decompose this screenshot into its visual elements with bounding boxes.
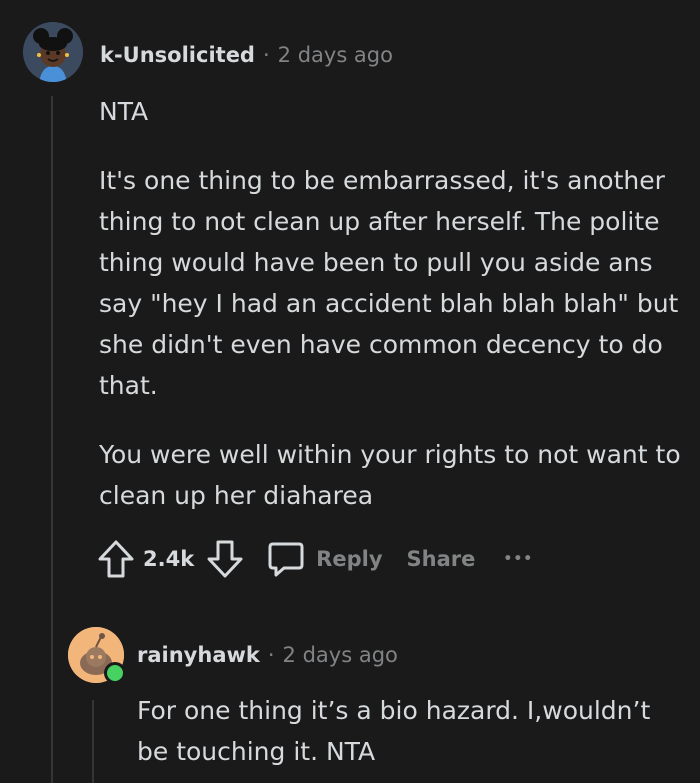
meta-separator: · [262, 43, 270, 67]
reply-body: For one thing it’s a bio hazard. I,would… [137, 690, 682, 772]
comment-timestamp[interactable]: 2 days ago [278, 43, 393, 67]
share-button[interactable]: Share [407, 547, 476, 571]
reply-header: rainyhawk · 2 days ago [137, 643, 398, 667]
reply-paragraph: For one thing it’s a bio hazard. I,would… [137, 696, 651, 766]
comment-paragraph: NTA [99, 97, 149, 126]
reply-button[interactable]: Reply [266, 539, 383, 579]
reply-timestamp[interactable]: 2 days ago [283, 643, 398, 667]
comment-body: NTA It's one thing to be embarrassed, it… [99, 91, 689, 516]
comment-header: k-Unsolicited · 2 days ago [100, 43, 393, 67]
snoo-avatar-icon [23, 22, 83, 82]
comment-paragraph: It's one thing to be embarrassed, it's a… [99, 166, 679, 400]
user-avatar[interactable] [23, 22, 83, 82]
reply-label: Reply [316, 547, 383, 571]
vote-score: 2.4k [143, 547, 195, 571]
meta-separator: · [267, 643, 275, 667]
more-options-icon[interactable]: ••• [503, 551, 533, 567]
comment-action-bar: 2.4k Reply Share ••• [97, 537, 533, 581]
upvote-arrow-icon[interactable] [97, 539, 135, 579]
downvote-arrow-icon[interactable] [206, 539, 244, 579]
username-link[interactable]: k-Unsolicited [100, 43, 255, 67]
comment-thread-line[interactable] [51, 96, 53, 783]
comment-paragraph: You were well within your rights to not … [99, 440, 681, 510]
speech-bubble-icon [266, 539, 306, 579]
reply-username-link[interactable]: rainyhawk [137, 643, 260, 667]
reply-thread-line[interactable] [92, 700, 94, 783]
online-status-indicator [104, 662, 126, 684]
